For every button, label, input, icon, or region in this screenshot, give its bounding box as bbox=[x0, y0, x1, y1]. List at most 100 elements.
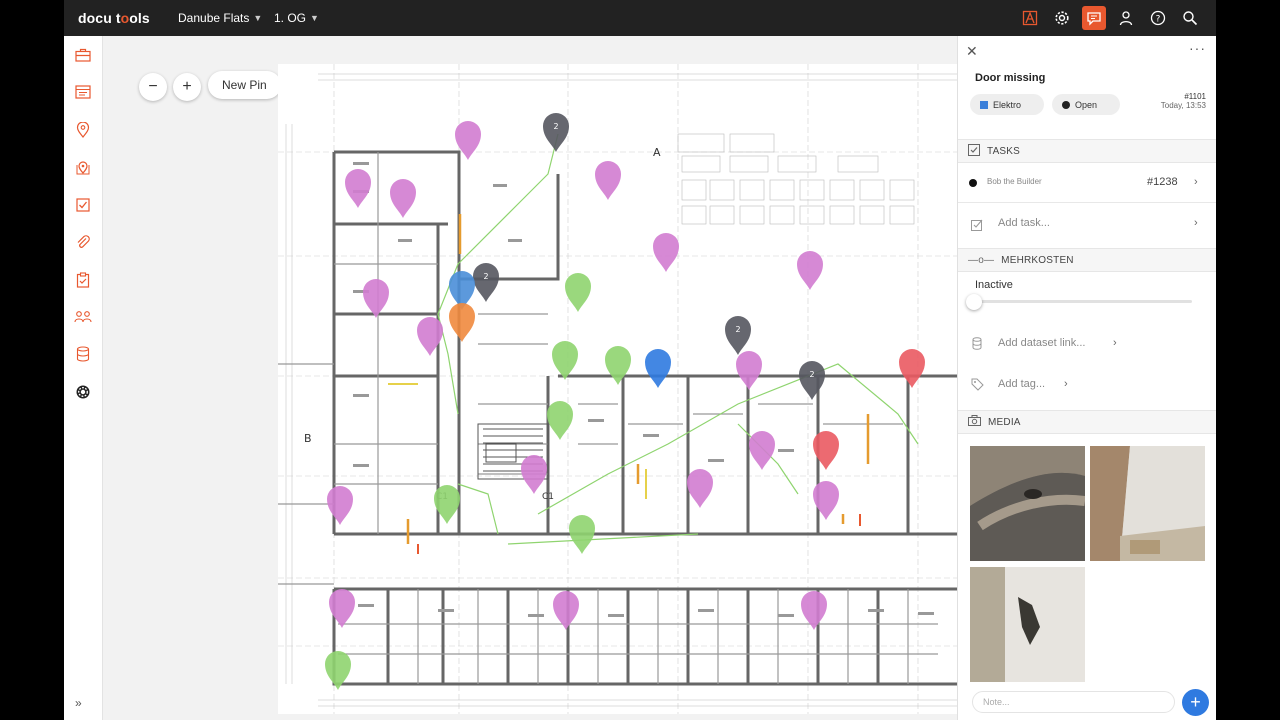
pin-timestamp: Today, 13:53 bbox=[1160, 101, 1206, 110]
chevron-right-icon: › bbox=[1064, 378, 1068, 390]
pin-icon[interactable] bbox=[73, 120, 93, 140]
plan-pin[interactable] bbox=[653, 233, 679, 272]
project-selector[interactable]: Danube Flats ▼ bbox=[178, 11, 262, 25]
status-chip[interactable]: Open bbox=[1052, 94, 1121, 115]
plan-pin[interactable] bbox=[552, 341, 578, 380]
project-name: Danube Flats bbox=[178, 11, 250, 25]
toggle-line-icon: —o— bbox=[968, 254, 995, 266]
task-row[interactable]: Bob the Builder #1238 › bbox=[958, 172, 1216, 194]
status-dot bbox=[1062, 100, 1070, 109]
plan-pin[interactable] bbox=[797, 251, 823, 290]
tasks-section-header: TASKS bbox=[958, 139, 1216, 163]
left-sidebar: » bbox=[64, 36, 103, 720]
add-tag-row[interactable]: Add tag... › bbox=[958, 375, 1216, 395]
category-label: Elektro bbox=[993, 99, 1022, 110]
database-icon bbox=[972, 337, 982, 355]
plan-pin[interactable] bbox=[569, 515, 595, 554]
pin-detail-panel: ✕ ··· Door missing Elektro Open #1101 To… bbox=[957, 36, 1216, 720]
add-task-row[interactable]: Add task... › bbox=[958, 213, 1216, 235]
zoom-out-button[interactable]: − bbox=[139, 73, 167, 101]
zoom-in-button[interactable]: + bbox=[173, 73, 201, 101]
expand-sidebar-icon[interactable]: » bbox=[75, 696, 82, 710]
new-pin-button[interactable]: New Pin bbox=[208, 71, 281, 99]
axis-label-a-top: A bbox=[653, 146, 661, 159]
axis-label-c1-right: C1 bbox=[542, 492, 554, 502]
add-task-icon bbox=[971, 218, 984, 236]
chevron-right-icon: › bbox=[1113, 337, 1117, 349]
pin-count: 2 bbox=[809, 370, 814, 379]
media-thumbnail[interactable] bbox=[970, 446, 1085, 561]
note-input[interactable] bbox=[972, 691, 1175, 713]
top-bar: docu tools Danube Flats ▼ 1. OG ▼ ? bbox=[64, 0, 1216, 36]
app-logo[interactable]: docu tools bbox=[78, 10, 150, 26]
clipboard-icon[interactable] bbox=[73, 270, 93, 290]
chat-icon[interactable] bbox=[1082, 6, 1106, 30]
category-chip[interactable]: Elektro bbox=[970, 94, 1045, 115]
pin-title[interactable]: Door missing bbox=[975, 72, 1045, 84]
more-options-icon[interactable]: ··· bbox=[1189, 40, 1206, 56]
mehrkosten-slider-handle[interactable] bbox=[966, 294, 982, 310]
plan-pin[interactable]: 2 bbox=[473, 263, 499, 302]
add-tag-label: Add tag... bbox=[998, 378, 1046, 390]
add-task-label: Add task... bbox=[998, 217, 1050, 229]
database-icon[interactable] bbox=[73, 344, 93, 364]
search-icon[interactable] bbox=[1178, 6, 1202, 30]
plan-pin[interactable] bbox=[327, 486, 353, 525]
plan-pin[interactable] bbox=[390, 179, 416, 218]
floor-plan[interactable]: A A B C1 C1 2222 bbox=[278, 64, 957, 714]
plan-pin[interactable] bbox=[736, 351, 762, 390]
pin-count: 2 bbox=[483, 272, 488, 281]
plan-pin[interactable] bbox=[899, 349, 925, 388]
chevron-right-icon: › bbox=[1194, 176, 1198, 188]
plan-pin[interactable]: 2 bbox=[799, 361, 825, 400]
user-icon[interactable] bbox=[1114, 6, 1138, 30]
media-thumbnail[interactable] bbox=[970, 567, 1085, 682]
users-icon[interactable] bbox=[73, 307, 93, 327]
pin-count: 2 bbox=[553, 122, 558, 131]
plan-pin[interactable] bbox=[521, 455, 547, 494]
attachment-icon[interactable] bbox=[73, 232, 93, 252]
pin-count: 2 bbox=[735, 325, 740, 334]
plan-pin[interactable] bbox=[749, 431, 775, 470]
help-icon[interactable]: ? bbox=[1146, 6, 1170, 30]
task-assignee: Bob the Builder bbox=[987, 177, 1042, 186]
level-name: 1. OG bbox=[274, 11, 307, 25]
task-check-icon[interactable] bbox=[73, 195, 93, 215]
media-thumbnail[interactable] bbox=[1090, 446, 1205, 561]
chevron-down-icon: ▼ bbox=[310, 13, 319, 23]
plan-icon[interactable] bbox=[1018, 6, 1042, 30]
plan-pin[interactable]: 2 bbox=[543, 113, 569, 152]
tasks-header-label: TASKS bbox=[987, 145, 1021, 157]
level-selector[interactable]: 1. OG ▼ bbox=[274, 11, 319, 25]
gear-icon[interactable] bbox=[1050, 6, 1074, 30]
plan-pin[interactable] bbox=[345, 169, 371, 208]
add-dataset-label: Add dataset link... bbox=[998, 337, 1086, 349]
plan-pin[interactable] bbox=[687, 469, 713, 508]
tag-icon bbox=[971, 378, 984, 396]
plan-pin[interactable] bbox=[565, 273, 591, 312]
camera-icon bbox=[968, 415, 981, 429]
map-pins-icon[interactable] bbox=[73, 157, 93, 177]
svg-text:?: ? bbox=[1156, 15, 1161, 25]
briefcase-icon[interactable] bbox=[73, 45, 93, 65]
add-dataset-link-row[interactable]: Add dataset link... › bbox=[958, 334, 1216, 354]
plan-pin[interactable] bbox=[605, 346, 631, 385]
plan-pin[interactable] bbox=[449, 303, 475, 342]
plan-canvas[interactable]: − + New Pin A B C1 2 2 2 2 bbox=[103, 36, 957, 720]
pin-meta: #1101 Today, 13:53 bbox=[1161, 92, 1206, 110]
mehrkosten-status: Inactive bbox=[975, 279, 1013, 291]
reports-icon[interactable] bbox=[73, 82, 93, 102]
mehrkosten-slider-track[interactable] bbox=[974, 300, 1192, 303]
plan-pin[interactable] bbox=[547, 401, 573, 440]
pins-layer[interactable]: 2 2 2 2 bbox=[325, 113, 925, 690]
plan-pin[interactable] bbox=[645, 349, 671, 388]
plan-pin[interactable]: 2 bbox=[725, 316, 751, 355]
mehrkosten-header-label: MEHRKOSTEN bbox=[1001, 254, 1074, 266]
add-note-button[interactable]: + bbox=[1182, 689, 1209, 716]
settings-badge-icon[interactable] bbox=[73, 382, 93, 402]
chevron-right-icon: › bbox=[1194, 217, 1198, 229]
task-status-dot bbox=[969, 179, 977, 187]
plan-pin[interactable] bbox=[363, 279, 389, 318]
close-icon[interactable]: ✕ bbox=[966, 43, 978, 60]
plan-pin[interactable] bbox=[595, 161, 621, 200]
